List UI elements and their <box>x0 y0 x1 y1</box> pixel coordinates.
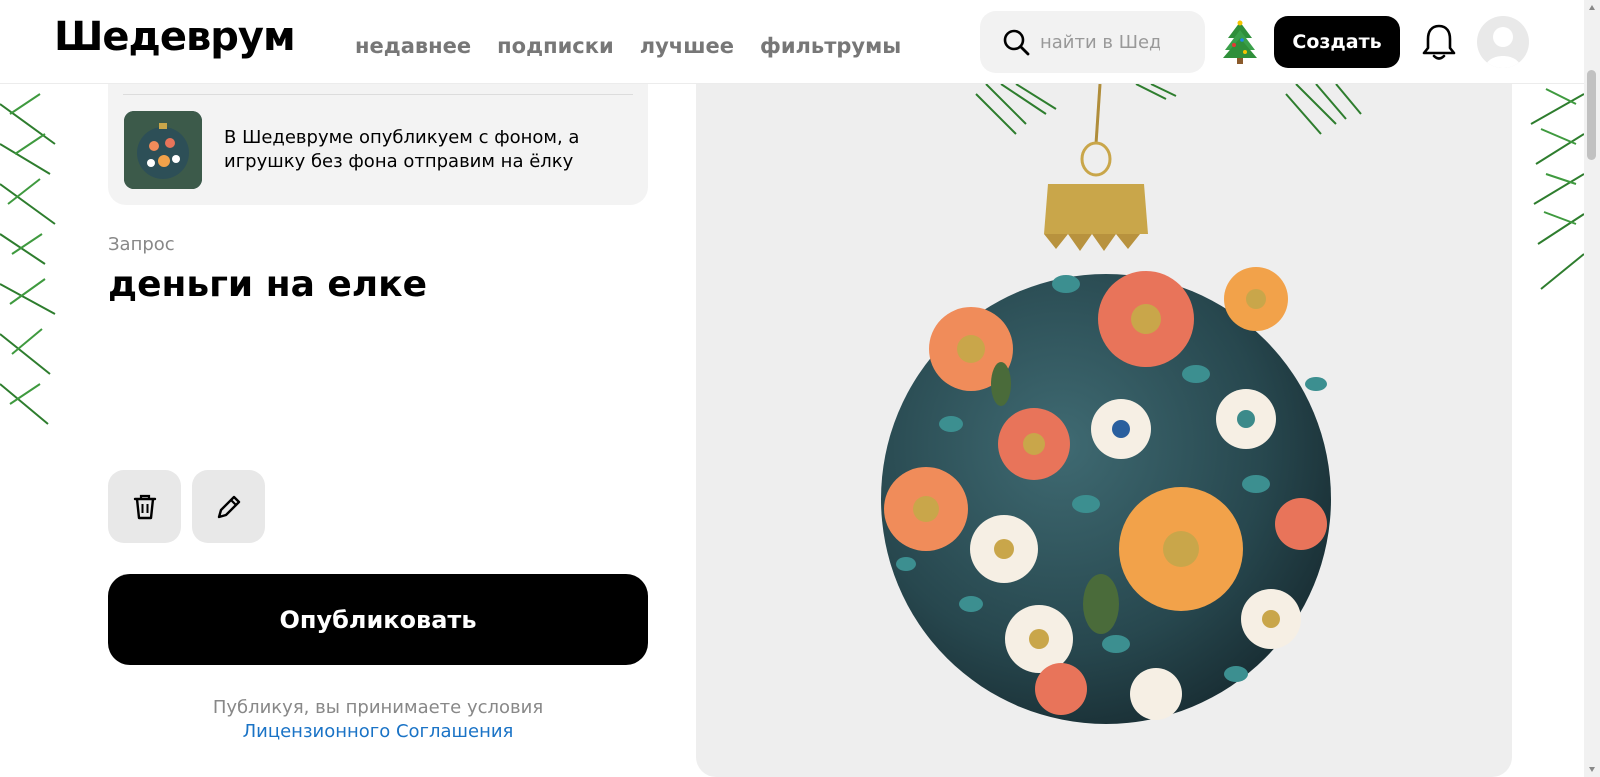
nav-subscriptions[interactable]: подписки <box>497 34 614 58</box>
pine-branch-right-decoration <box>1530 88 1584 290</box>
generation-card: В Шедевруме опубликуем с фоном, а игрушк… <box>56 84 1526 777</box>
scroll-down-arrow-icon[interactable] <box>1588 765 1596 773</box>
site-logo[interactable]: Шедеврум <box>54 14 296 60</box>
query-label: Запрос <box>108 234 175 255</box>
ornament-image <box>881 84 1362 724</box>
notice-thumbnail <box>124 111 202 189</box>
nav-recent[interactable]: недавнее <box>355 34 471 58</box>
scroll-up-arrow-icon[interactable] <box>1588 4 1596 12</box>
publish-button[interactable]: Опубликовать <box>108 574 648 665</box>
scrollbar-thumb[interactable] <box>1587 70 1596 160</box>
trash-icon <box>133 494 156 519</box>
search-icon <box>1003 29 1030 56</box>
license-agreement-link[interactable]: Лицензионного Соглашения <box>108 720 648 744</box>
avatar-icon <box>1485 27 1521 68</box>
generated-image-panel[interactable] <box>696 84 1512 777</box>
edit-button[interactable] <box>192 470 265 543</box>
main-nav: недавнее подписки лучшее фильтрумы <box>355 34 901 58</box>
notice-divider <box>123 94 633 95</box>
top-header: Шедеврум недавнее подписки лучшее фильтр… <box>0 0 1584 84</box>
search-box[interactable] <box>980 11 1205 73</box>
avatar[interactable] <box>1477 16 1529 68</box>
create-button[interactable]: Создать <box>1274 16 1400 68</box>
query-text: деньги на елке <box>108 264 428 305</box>
bell-icon[interactable] <box>1422 22 1456 62</box>
ornament-thumbnail-image <box>124 111 202 189</box>
nav-filters[interactable]: фильтрумы <box>760 34 901 58</box>
pine-branch-left-decoration <box>0 93 56 425</box>
publish-notice: В Шедевруме опубликуем с фоном, а игрушк… <box>108 84 648 205</box>
pencil-icon <box>217 495 240 518</box>
delete-button[interactable] <box>108 470 181 543</box>
terms-notice: Публикуя, вы принимаете условия Лицензио… <box>108 696 648 744</box>
notice-text: В Шедевруме опубликуем с фоном, а игрушк… <box>224 127 580 172</box>
nav-best[interactable]: лучшее <box>640 34 734 58</box>
page-scrollbar[interactable] <box>1584 0 1600 777</box>
search-input[interactable] <box>1040 31 1160 53</box>
christmas-tree-icon[interactable] <box>1222 20 1258 64</box>
terms-text: Публикуя, вы принимаете условия <box>212 697 544 718</box>
